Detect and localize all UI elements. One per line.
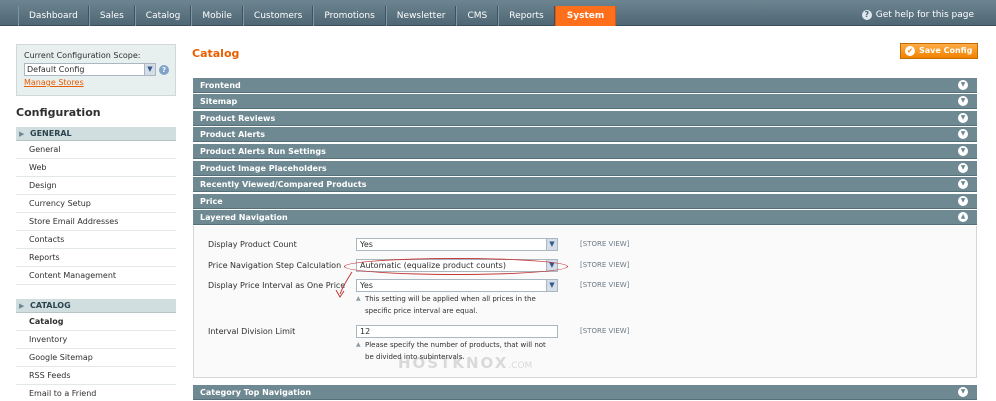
triangle-up-icon: ▲ <box>356 341 361 348</box>
section-recently-viewed-compared[interactable]: Recently Viewed/Compared Products ▼ <box>193 177 977 192</box>
sidebar-group-header: ▶ GENERAL <box>16 127 176 141</box>
price-interval-one-price-select[interactable]: Yes ▼ <box>356 279 558 292</box>
chevron-down-icon: ▼ <box>958 146 968 156</box>
triangle-right-icon: ▶ <box>19 130 25 138</box>
nav-mobile[interactable]: Mobile <box>191 6 243 26</box>
sidebar-item-reports[interactable]: Reports <box>16 249 176 267</box>
annotation-arrow <box>335 271 353 298</box>
sidebar-group-catalog: ▶ CATALOG Catalog Inventory Google Sitem… <box>16 299 176 401</box>
sidebar-title: Configuration <box>16 106 101 119</box>
page-title: Catalog <box>192 47 240 60</box>
help-icon: ? <box>861 10 872 20</box>
interval-division-limit-input[interactable]: 12 <box>356 325 558 338</box>
sidebar-item-contacts[interactable]: Contacts <box>16 231 176 249</box>
sidebar-item-catalog[interactable]: Catalog <box>16 313 176 331</box>
chevron-down-icon: ▼ <box>144 64 155 75</box>
scope-note: [STORE VIEW] <box>580 327 630 335</box>
section-sitemap[interactable]: Sitemap ▼ <box>193 94 977 109</box>
sidebar-group-header: ▶ CATALOG <box>16 299 176 313</box>
chevron-down-icon: ▼ <box>958 96 968 106</box>
sidebar-item-email-to-a-friend[interactable]: Email to a Friend <box>16 385 176 401</box>
watermark: HOSTKNOX.COM <box>398 354 533 372</box>
chevron-down-icon: ▼ <box>958 387 968 397</box>
sidebar-item-content-management[interactable]: Content Management <box>16 267 176 285</box>
scope-select[interactable]: Default Config ▼ <box>24 63 156 76</box>
display-product-count-select[interactable]: Yes ▼ <box>356 238 558 251</box>
nav-reports[interactable]: Reports <box>498 6 555 26</box>
sidebar-item-store-email-addresses[interactable]: Store Email Addresses <box>16 213 176 231</box>
scope-switcher: Current Configuration Scope: Default Con… <box>16 44 176 96</box>
section-layered-navigation[interactable]: Layered Navigation ▲ <box>193 210 977 225</box>
layered-navigation-panel: Display Product Count Yes ▼ [STORE VIEW]… <box>193 226 977 378</box>
help-text: Get help for this page <box>875 10 974 20</box>
scope-note: [STORE VIEW] <box>580 240 630 248</box>
sidebar-item-design[interactable]: Design <box>16 177 176 195</box>
section-frontend[interactable]: Frontend ▼ <box>193 78 977 93</box>
chevron-down-icon: ▼ <box>958 129 968 139</box>
check-icon: ✔ <box>905 46 915 56</box>
nav-cms[interactable]: CMS <box>456 6 499 26</box>
sidebar-item-web[interactable]: Web <box>16 159 176 177</box>
chevron-down-icon: ▼ <box>958 196 968 206</box>
section-product-alerts[interactable]: Product Alerts ▼ <box>193 127 977 142</box>
nav-sales[interactable]: Sales <box>88 6 135 26</box>
sidebar-item-inventory[interactable]: Inventory <box>16 331 176 349</box>
chevron-down-icon: ▼ <box>958 113 968 123</box>
triangle-right-icon: ▶ <box>19 302 25 310</box>
nav-newsletter[interactable]: Newsletter <box>385 6 457 26</box>
help-link[interactable]: ? Get help for this page <box>861 10 974 20</box>
top-navigation: Dashboard Sales Catalog Mobile Customers… <box>0 0 996 26</box>
field-label-price-interval-one-price: Display Price Interval as One Price <box>208 281 346 290</box>
chevron-down-icon: ▼ <box>546 239 557 250</box>
section-product-reviews[interactable]: Product Reviews ▼ <box>193 111 977 126</box>
field-label-display-product-count: Display Product Count <box>208 240 297 249</box>
chevron-down-icon: ▼ <box>958 80 968 90</box>
chevron-down-icon: ▼ <box>958 163 968 173</box>
field-note: ▲ This setting will be applied when all … <box>356 295 536 315</box>
scope-note: [STORE VIEW] <box>580 261 630 269</box>
section-category-top-navigation[interactable]: Category Top Navigation ▼ <box>193 385 977 400</box>
sidebar-item-google-sitemap[interactable]: Google Sitemap <box>16 349 176 367</box>
scope-help-icon[interactable]: ? <box>159 65 169 75</box>
nav-promotions[interactable]: Promotions <box>313 6 386 26</box>
annotation-ellipse <box>344 258 568 275</box>
scope-select-value: Default Config <box>27 65 85 74</box>
nav-customers[interactable]: Customers <box>242 6 314 26</box>
chevron-up-icon: ▲ <box>958 212 968 222</box>
section-product-image-placeholders[interactable]: Product Image Placeholders ▼ <box>193 161 977 176</box>
field-label-interval-division-limit: Interval Division Limit <box>208 327 296 336</box>
chevron-down-icon: ▼ <box>546 280 557 291</box>
sidebar-item-currency-setup[interactable]: Currency Setup <box>16 195 176 213</box>
nav-catalog[interactable]: Catalog <box>134 6 192 26</box>
scope-label: Current Configuration Scope: <box>24 51 141 60</box>
sidebar-item-rss-feeds[interactable]: RSS Feeds <box>16 367 176 385</box>
chevron-down-icon: ▼ <box>958 179 968 189</box>
nav-dashboard[interactable]: Dashboard <box>18 6 89 26</box>
field-label-price-step-calculation: Price Navigation Step Calculation <box>208 261 342 270</box>
save-config-button[interactable]: ✔ Save Config <box>900 43 978 59</box>
sidebar-group-general: ▶ GENERAL General Web Design Currency Se… <box>16 127 176 285</box>
manage-stores-link[interactable]: Manage Stores <box>24 78 168 87</box>
section-price[interactable]: Price ▼ <box>193 194 977 209</box>
save-config-label: Save Config <box>919 46 973 55</box>
sidebar-item-general[interactable]: General <box>16 141 176 159</box>
scope-note: [STORE VIEW] <box>580 281 630 289</box>
section-product-alerts-run-settings[interactable]: Product Alerts Run Settings ▼ <box>193 144 977 159</box>
nav-system[interactable]: System <box>554 6 617 26</box>
